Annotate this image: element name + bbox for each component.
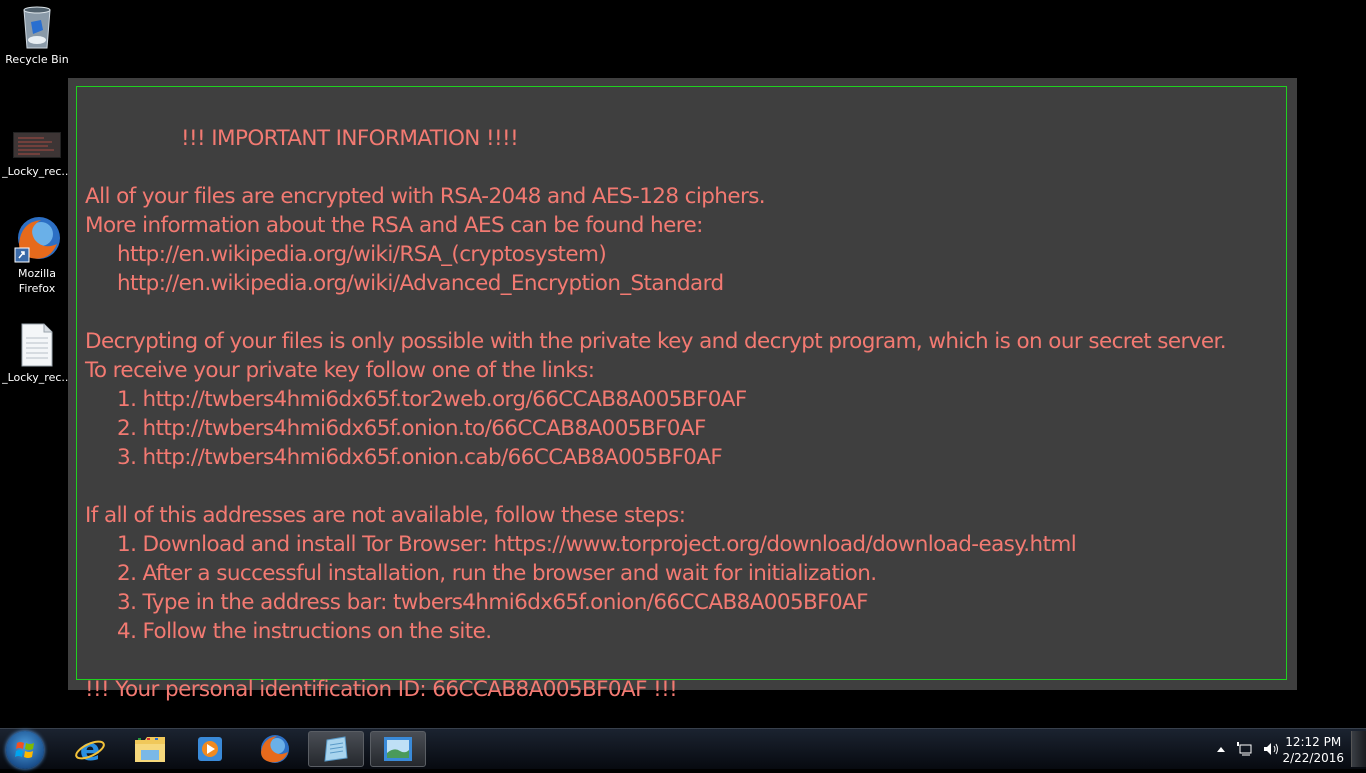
step-2: 2. After a successful installation, run … bbox=[117, 561, 877, 586]
taskbar-windows-explorer[interactable] bbox=[122, 731, 178, 767]
internet-explorer-icon: e bbox=[75, 733, 105, 765]
clock-time: 12:12 PM bbox=[1285, 735, 1342, 749]
desktop-icon-locky-image[interactable]: _Locky_rec... bbox=[0, 132, 74, 179]
desktop-icon-label: _Locky_rec... bbox=[2, 165, 72, 178]
note-line: If all of this addresses are not availab… bbox=[85, 503, 686, 528]
note-title: !!! IMPORTANT INFORMATION !!!! bbox=[181, 126, 519, 151]
desktop-icon-firefox[interactable]: Mozilla Firefox bbox=[0, 214, 74, 296]
firefox-icon bbox=[261, 735, 289, 763]
svg-text:e: e bbox=[80, 733, 100, 765]
step-4: 4. Follow the instructions on the site. bbox=[117, 619, 492, 644]
photo-viewer-icon bbox=[384, 737, 412, 761]
taskbar-photo-viewer[interactable] bbox=[370, 731, 426, 767]
notepad-icon bbox=[324, 736, 348, 762]
chevron-up-icon bbox=[1217, 747, 1225, 752]
note-line: Decrypting of your files is only possibl… bbox=[85, 329, 1227, 354]
windows-logo-icon bbox=[15, 742, 34, 758]
step-3: 3. Type in the address bar: twbers4hmi6d… bbox=[117, 590, 869, 615]
desktop-icon-label: Recycle Bin bbox=[5, 53, 69, 66]
image-thumbnail-icon bbox=[13, 132, 61, 158]
network-icon bbox=[1237, 742, 1252, 756]
start-button[interactable] bbox=[6, 731, 44, 769]
folder-icon bbox=[135, 737, 165, 762]
taskbar: e 12:12 PM 2/22/2016 bbox=[0, 728, 1366, 769]
clock[interactable]: 12:12 PM 2/22/2016 bbox=[1282, 734, 1344, 766]
note-line: All of your files are encrypted with RSA… bbox=[85, 184, 766, 209]
clock-date: 2/22/2016 bbox=[1282, 751, 1344, 765]
wikipedia-aes-link: http://en.wikipedia.org/wiki/Advanced_En… bbox=[117, 271, 724, 296]
step-1: 1. Download and install Tor Browser: htt… bbox=[117, 532, 1077, 557]
taskbar-notepad[interactable] bbox=[308, 731, 364, 767]
volume-tray-icon[interactable] bbox=[1262, 741, 1280, 760]
desktop-icon-label: Firefox bbox=[18, 282, 56, 295]
text-document-icon bbox=[20, 322, 54, 368]
speaker-icon bbox=[1264, 743, 1278, 755]
taskbar-firefox[interactable] bbox=[246, 731, 302, 767]
ransom-note-frame: !!! IMPORTANT INFORMATION !!!! All of yo… bbox=[76, 86, 1287, 702]
personal-id-line: !!! Your personal identification ID: 66C… bbox=[85, 677, 678, 702]
note-line: To receive your private key follow one o… bbox=[85, 358, 595, 383]
show-desktop-button[interactable] bbox=[1351, 731, 1366, 767]
taskbar-media-player[interactable] bbox=[182, 731, 238, 767]
payment-link-1: 1. http://twbers4hmi6dx65f.tor2web.org/6… bbox=[117, 387, 747, 412]
network-tray-icon[interactable] bbox=[1236, 741, 1252, 760]
desktop-icon-label: Mozilla bbox=[18, 267, 56, 280]
wikipedia-rsa-link: http://en.wikipedia.org/wiki/RSA_(crypto… bbox=[117, 242, 607, 267]
desktop-icon-locky-text[interactable]: _Locky_rec... bbox=[0, 322, 74, 385]
note-line: More information about the RSA and AES c… bbox=[85, 213, 703, 238]
show-hidden-icons-button[interactable] bbox=[1216, 742, 1226, 756]
desktop-icon-recycle-bin[interactable]: Recycle Bin bbox=[0, 6, 74, 67]
firefox-shortcut-icon bbox=[13, 214, 61, 264]
desktop-icon-label: _Locky_rec... bbox=[2, 371, 72, 384]
payment-link-2: 2. http://twbers4hmi6dx65f.onion.to/66CC… bbox=[117, 416, 706, 441]
media-player-icon bbox=[198, 737, 222, 761]
ransom-note-text: !!! IMPORTANT INFORMATION !!!! All of yo… bbox=[85, 95, 1227, 762]
payment-link-3: 3. http://twbers4hmi6dx65f.onion.cab/66C… bbox=[117, 445, 723, 470]
ransom-note-window: !!! IMPORTANT INFORMATION !!!! All of yo… bbox=[68, 78, 1297, 702]
recycle-bin-icon bbox=[21, 6, 53, 50]
taskbar-internet-explorer[interactable]: e bbox=[62, 731, 118, 767]
